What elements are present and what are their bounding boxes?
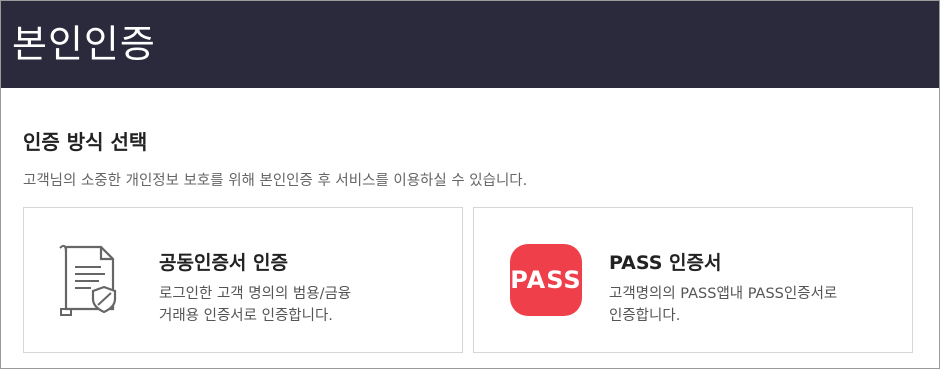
joint-certificate-title: 공동인증서 인증	[159, 252, 288, 274]
section-description: 고객님의 소중한 개인정보 보호를 위해 본인인증 후 서비스를 이용하실 수 …	[23, 173, 528, 189]
pass-logo: PASS	[510, 244, 582, 316]
pass-certificate-desc-line2: 인증합니다.	[609, 308, 681, 324]
section-title: 인증 방식 선택	[23, 130, 148, 154]
pass-app-icon: PASS	[510, 244, 582, 316]
joint-certificate-desc-line2: 거래용 인증서로 인증합니다.	[159, 308, 333, 324]
pass-certificate-desc-line1: 고객명의의 PASS앱내 PASS인증서로	[609, 286, 838, 302]
joint-certificate-description: 로그인한 고객 명의의 범용/금융 거래용 인증서로 인증합니다.	[159, 283, 429, 327]
pass-certificate-title: PASS 인증서	[609, 252, 722, 274]
joint-certificate-desc-line1: 로그인한 고객 명의의 범용/금융	[159, 286, 352, 302]
auth-page: 본인인증 인증 방식 선택 고객님의 소중한 개인정보 보호를 위해 본인인증 …	[0, 0, 940, 369]
pass-certificate-option[interactable]: PASS PASS 인증서 고객명의의 PASS앱내 PASS인증서로 인증합니…	[473, 207, 913, 353]
page-title: 본인인증	[12, 22, 156, 66]
joint-certificate-option[interactable]: 공동인증서 인증 로그인한 고객 명의의 범용/금융 거래용 인증서로 인증합니…	[23, 207, 463, 353]
certificate-document-icon	[57, 243, 121, 323]
pass-logo-text: PASS	[510, 266, 582, 294]
pass-certificate-description: 고객명의의 PASS앱내 PASS인증서로 인증합니다.	[609, 283, 879, 327]
page-header: 본인인증	[1, 1, 939, 88]
